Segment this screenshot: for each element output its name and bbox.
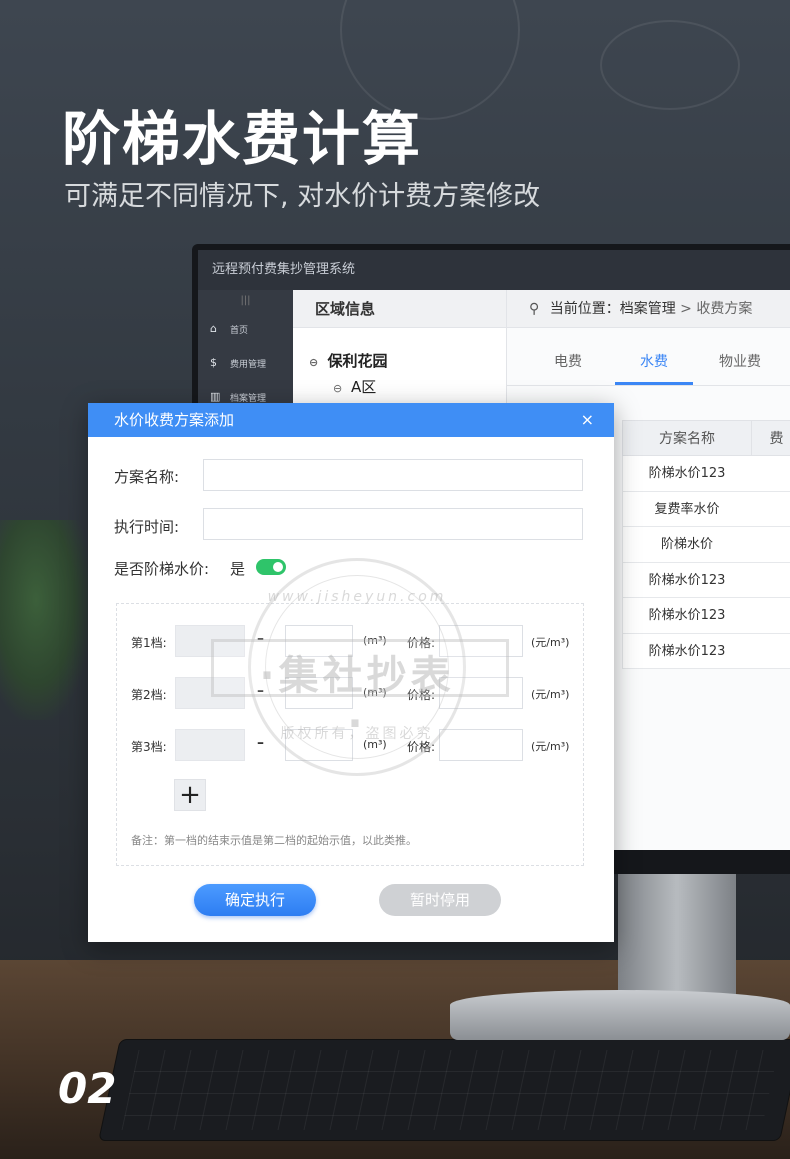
table-row[interactable]: 复费率水价 (622, 491, 790, 527)
nav-item-label: 首页 (230, 325, 249, 336)
plan-name-input[interactable] (203, 459, 583, 491)
breadcrumb-prefix: 当前位置：档案管理 (549, 301, 676, 317)
dialog-title: 水价收费方案添加 (114, 411, 235, 429)
tree-node-baoli[interactable]: ⊖ 保利花园 (293, 348, 506, 374)
tier-2-start-input (175, 677, 245, 709)
nav-item-home[interactable]: ⌂ 首页 (198, 312, 293, 346)
tiered-value: 是 (230, 560, 246, 578)
tiered-label: 是否阶梯水价: (114, 560, 210, 578)
table-header: 方案名称 费 (622, 420, 790, 456)
region-header: 区域信息 (293, 290, 506, 328)
archive-icon: ▥ (210, 390, 221, 403)
background-keyboard (99, 1040, 790, 1140)
tab-property[interactable]: 物业费 (701, 351, 779, 385)
tier-unit: (m³) (363, 634, 387, 647)
tier-note: 备注：第一档的结束示值是第二档的起始示值，以此类推。 (131, 834, 417, 847)
home-icon: ⌂ (210, 322, 217, 335)
column-header-plan-name: 方案名称 (659, 431, 715, 447)
tree-node-label: A区 (351, 378, 377, 396)
tier-label: 第3档: (131, 740, 167, 754)
price-label: 价格: (407, 636, 436, 650)
column-header-fee: 费 (751, 421, 790, 455)
subline: 可满足不同情况下, 对水价计费方案修改 (64, 181, 541, 212)
tier-dash: – (257, 683, 264, 699)
tier-3-price-input[interactable] (439, 729, 523, 761)
background-plant (0, 520, 90, 720)
pause-button[interactable]: 暂时停用 (379, 884, 501, 916)
price-unit: (元/m³) (531, 688, 570, 701)
app-title: 远程预付费集抄管理系统 (198, 250, 790, 290)
tier-1-price-input[interactable] (439, 625, 523, 657)
table-row[interactable]: 阶梯水价123 (622, 456, 790, 492)
tier-label: 第2档: (131, 688, 167, 702)
add-tier-button[interactable]: + (174, 779, 206, 811)
nav-item-label: 档案管理 (230, 393, 267, 404)
plan-table: 方案名称 费 阶梯水价123 复费率水价 阶梯水价 阶梯水价123 阶梯水价12… (622, 420, 790, 669)
tier-1-start-input (175, 625, 245, 657)
headline: 阶梯水费计算 (62, 105, 423, 173)
tier-settings-box: 第1档: – (m³) 价格: (元/m³) 第2档: – (m³) 价格: (… (116, 603, 584, 866)
tab-water[interactable]: 水费 (615, 351, 693, 385)
tier-unit: (m³) (363, 686, 387, 699)
tree-node-label: 保利花园 (327, 352, 388, 370)
dialog-header: 水价收费方案添加 × (88, 403, 614, 437)
fee-tabs: 电费 水费 物业费 (507, 328, 790, 386)
monitor-base (450, 990, 790, 1040)
collapse-toggle-icon[interactable]: ⊖ (333, 382, 342, 395)
table-row[interactable]: 阶梯水价123 (622, 633, 790, 669)
water-plan-dialog: 水价收费方案添加 × 方案名称: 执行时间: 是否阶梯水价: 是 第1档: – … (88, 403, 614, 942)
price-unit: (元/m³) (531, 740, 570, 753)
plan-name-label: 方案名称: (114, 468, 180, 486)
location-pin-icon: ⚲ (529, 301, 540, 317)
nav-item-fee[interactable]: $ 费用管理 (198, 346, 293, 380)
table-row[interactable]: 阶梯水价123 (622, 598, 790, 634)
breadcrumb-current: 收费方案 (696, 301, 753, 317)
background-scribble (600, 20, 740, 110)
tier-2-price-input[interactable] (439, 677, 523, 709)
price-unit: (元/m³) (531, 636, 570, 649)
exec-time-label: 执行时间: (114, 518, 180, 536)
tab-electricity[interactable]: 电费 (529, 351, 607, 385)
breadcrumb: ⚲ 当前位置：档案管理 > 收费方案 (507, 290, 790, 328)
tier-dash: – (257, 631, 264, 647)
confirm-button[interactable]: 确定执行 (194, 884, 316, 916)
tier-dash: – (257, 735, 264, 751)
tier-3-start-input (175, 729, 245, 761)
tier-1-end-input[interactable] (285, 625, 353, 657)
table-row[interactable]: 阶梯水价 (622, 527, 790, 563)
tier-3-end-input[interactable] (285, 729, 353, 761)
nav-item-label: 费用管理 (230, 359, 267, 370)
tier-label: 第1档: (131, 636, 167, 650)
price-label: 价格: (407, 740, 436, 754)
page-number: 02 (58, 1064, 117, 1113)
tree-node-a[interactable]: ⊖ A区 (293, 374, 506, 400)
exec-time-input[interactable] (203, 508, 583, 540)
price-label: 价格: (407, 688, 436, 702)
tier-unit: (m³) (363, 738, 387, 751)
collapse-toggle-icon[interactable]: ⊖ (309, 356, 318, 369)
breadcrumb-separator: > (680, 301, 692, 317)
tiered-toggle[interactable] (256, 559, 286, 575)
collapse-icon[interactable]: ||| (198, 290, 293, 312)
fee-icon: $ (210, 356, 217, 369)
tier-2-end-input[interactable] (285, 677, 353, 709)
close-icon[interactable]: × (581, 403, 594, 437)
table-row[interactable]: 阶梯水价123 (622, 562, 790, 598)
